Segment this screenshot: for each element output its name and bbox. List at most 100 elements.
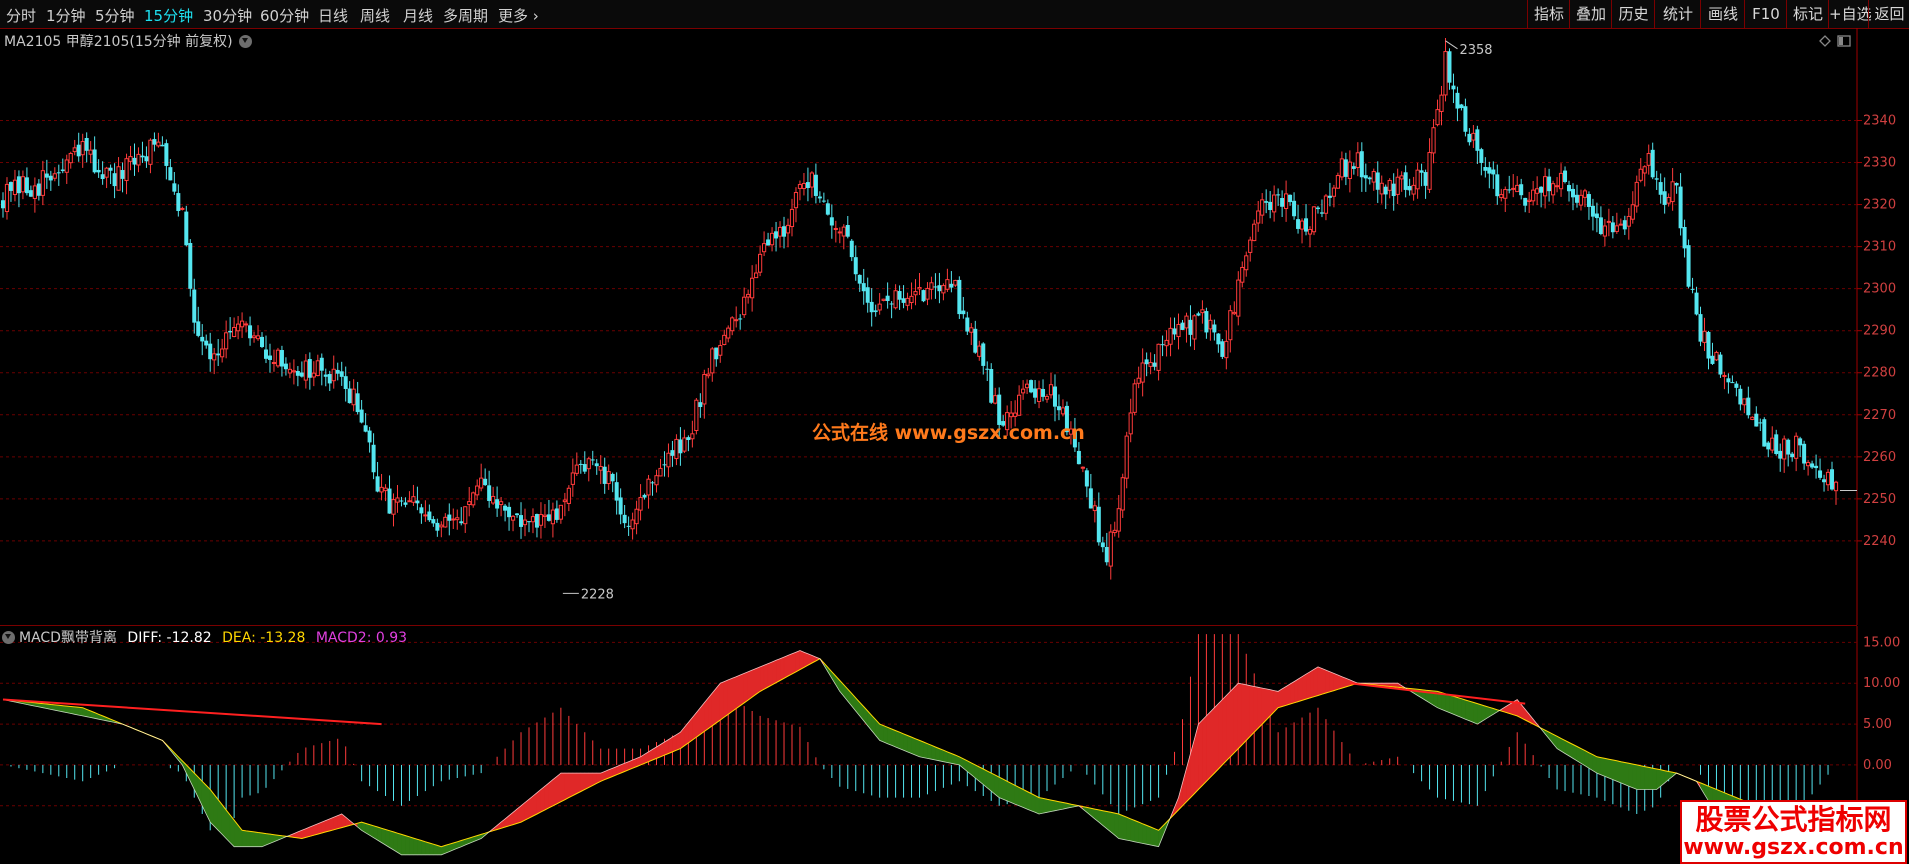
timeframe-tab[interactable]: 30分钟: [203, 5, 252, 26]
candle-body: [168, 167, 172, 180]
candle-body: [1495, 174, 1499, 196]
macd-ribbon-segment: [1218, 700, 1222, 769]
candle-body: [567, 488, 570, 503]
candle-body: [503, 506, 507, 511]
candle-body: [184, 212, 188, 246]
candle-body: [1639, 169, 1642, 180]
macd-ribbon-segment: [214, 795, 218, 831]
toolbar-button[interactable]: 叠加: [1569, 0, 1612, 28]
candle-body: [838, 232, 841, 233]
candle-body: [1241, 267, 1244, 282]
candle-body: [483, 479, 487, 485]
candle-body: [125, 159, 128, 181]
candle-body: [427, 512, 431, 521]
candle-body: [1368, 177, 1372, 179]
candle-body: [356, 393, 360, 412]
toolbar-button[interactable]: +自选: [1828, 0, 1869, 28]
timeframe-tab[interactable]: 日线: [318, 5, 348, 26]
macd-ribbon-segment: [541, 786, 545, 812]
timeframe-tab[interactable]: 周线: [360, 5, 390, 26]
candle-body: [1762, 419, 1766, 446]
candle-body: [268, 356, 272, 360]
candle-body: [547, 514, 551, 521]
candle-body: [1758, 422, 1762, 423]
candle-body: [77, 145, 81, 157]
candle-body: [1647, 154, 1650, 166]
macd-ribbon-segment: [792, 652, 796, 674]
candle-body: [635, 509, 638, 523]
candle-body: [914, 292, 917, 295]
candle-body: [981, 343, 985, 365]
toolbar-button[interactable]: 返回: [1868, 0, 1909, 28]
low-label: 2228: [581, 587, 614, 602]
timeframe-tab[interactable]: 60分钟: [260, 5, 309, 26]
candle-body: [1101, 542, 1105, 547]
toolbar-button[interactable]: 历史: [1611, 0, 1655, 28]
macd-ribbon-segment: [788, 654, 792, 676]
candle-body: [288, 369, 291, 373]
macd-tick-label: 5.00: [1863, 717, 1892, 732]
candle-body: [731, 318, 734, 331]
candle-body: [1188, 320, 1192, 335]
candle-body: [1185, 316, 1188, 328]
macd-ribbon-segment: [1653, 768, 1657, 789]
diff-value: DIFF: -12.82: [127, 630, 211, 646]
macd-ribbon-segment: [1238, 683, 1242, 748]
candle-body: [822, 201, 826, 202]
timeframe-tab[interactable]: 15分钟: [144, 5, 193, 26]
macd-ribbon-segment: [1314, 667, 1318, 697]
macd-ribbon-segment: [1637, 765, 1641, 790]
candle-body: [1575, 195, 1579, 203]
toolbar-button[interactable]: 画线: [1700, 0, 1745, 28]
toolbar-button[interactable]: 标记: [1786, 0, 1829, 28]
macd-chart[interactable]: 15.0010.005.000.00-5.00: [0, 626, 1909, 863]
macd-ribbon-segment: [71, 706, 75, 714]
candle-body: [264, 350, 268, 359]
candle-body: [1703, 331, 1706, 342]
candle-body: [970, 328, 973, 332]
candle-body: [1451, 86, 1455, 90]
candle-body: [1771, 438, 1774, 450]
macd-ribbon-segment: [409, 837, 413, 855]
timeframe-tab[interactable]: 1分钟: [46, 5, 86, 26]
candle-body: [1384, 187, 1388, 195]
candle-body: [1424, 172, 1428, 186]
candle-body: [1754, 414, 1758, 427]
macd-ribbon-segment: [1234, 683, 1238, 752]
timeframe-tab[interactable]: 更多 ›: [498, 5, 539, 26]
macd-ribbon-segment: [1621, 762, 1625, 785]
macd-ribbon-segment: [433, 844, 437, 855]
candle-body: [599, 467, 602, 471]
toolbar-button[interactable]: F10: [1744, 0, 1787, 28]
toolbar-button[interactable]: 统计: [1654, 0, 1701, 28]
dea-line: [3, 659, 1836, 863]
timeframe-tab[interactable]: 分时: [6, 5, 36, 26]
macd-ribbon-segment: [1111, 812, 1115, 835]
candle-body: [1738, 389, 1742, 405]
macd-ribbon-segment: [425, 842, 429, 855]
candle-body: [866, 287, 870, 302]
timeframe-tab[interactable]: 月线: [403, 5, 433, 26]
macd-ribbon-segment: [417, 839, 421, 855]
candle-body: [954, 280, 957, 285]
macd-ribbon-segment: [784, 655, 788, 678]
candle-body: [384, 488, 387, 490]
candle-body: [1113, 530, 1116, 532]
indicator-title[interactable]: MACD飘带背离 DIFF: -12.82 DEA: -13.28 MACD2:…: [0, 627, 407, 647]
candle-body: [1344, 159, 1348, 176]
candle-body: [1671, 182, 1674, 202]
indicator-dropdown-icon[interactable]: [2, 631, 15, 644]
toolbar-button[interactable]: 指标: [1527, 0, 1570, 28]
candle-body: [13, 180, 16, 194]
macd-ribbon-segment: [971, 763, 975, 778]
candle-body: [1352, 166, 1356, 169]
high-label: 2358: [1459, 43, 1492, 58]
candle-body: [37, 184, 41, 196]
candle-body: [957, 280, 961, 314]
macd-ribbon-segment: [1123, 816, 1127, 841]
timeframe-tab[interactable]: 5分钟: [95, 5, 135, 26]
timeframe-tab[interactable]: 多周期: [443, 5, 488, 26]
price-chart[interactable]: 2340233023202310230022902280227022602250…: [0, 28, 1909, 625]
macd-ribbon-segment: [1135, 821, 1139, 843]
high-pointer: [1445, 41, 1457, 49]
